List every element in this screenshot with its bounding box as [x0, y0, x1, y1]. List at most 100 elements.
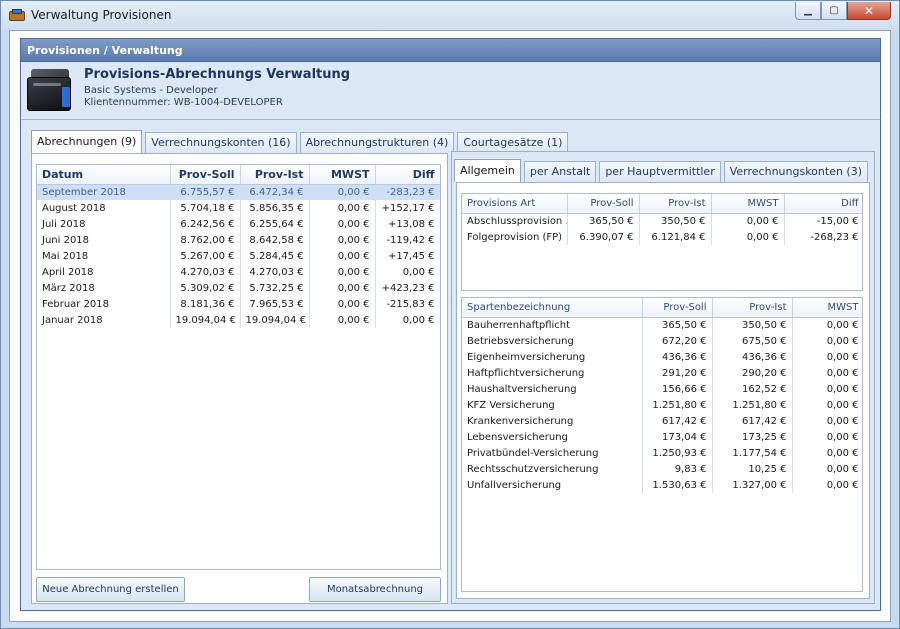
abrechnung-row[interactable]: Juli 2018 6.242,56 €6.255,64 €0,00 € +13,0…: [37, 216, 440, 232]
column-header[interactable]: Spartenbezeichnung: [462, 298, 643, 318]
tab-abrechnungen[interactable]: Abrechnungen (9): [31, 130, 143, 153]
table-cell: Betriebsversicherung: [462, 333, 643, 349]
sparte-row[interactable]: Betriebsversicherung 672,20 €675,50 €0,00…: [462, 333, 862, 349]
sparte-row[interactable]: Rechtsschutzversicherung 9,83 €10,25 €0,0…: [462, 461, 862, 477]
table-cell: 365,50 €: [642, 317, 713, 333]
column-header[interactable]: Provisions Art: [462, 194, 568, 214]
table-cell: August 2018: [37, 200, 171, 216]
table-cell: 1.251,80 €: [642, 397, 713, 413]
tab-courtagesaetze[interactable]: Courtagesätze (1): [457, 132, 569, 153]
table-cell: 0,00 €: [309, 312, 376, 328]
sparte-row[interactable]: Unfallversicherung 1.530,63 €1.327,00 €0,…: [462, 477, 862, 493]
sparte-row[interactable]: KFZ Versicherung 1.251,80 €1.251,80 €0,00…: [462, 397, 862, 413]
sparte-row[interactable]: Krankenversicherung 617,42 €617,42 €0,00 …: [462, 413, 862, 429]
column-header[interactable]: Prov-Soll: [642, 298, 713, 318]
column-header[interactable]: Diff: [784, 194, 862, 214]
provisions-art-row[interactable]: Abschlussprovision ... 365,50 €350,50 €0,…: [462, 213, 862, 229]
table-cell: Abschlussprovision ...: [462, 213, 568, 229]
abrechnung-row[interactable]: Juni 2018 8.762,00 €8.642,58 €0,00 € -119,…: [37, 232, 440, 248]
app-icon: [9, 9, 25, 22]
tab-abrechnungstrukturen[interactable]: Abrechnungstrukturen (4): [299, 132, 455, 153]
column-header[interactable]: Prov-Ist: [240, 165, 310, 185]
tab-allgemein[interactable]: Allgemein: [454, 159, 521, 182]
table-cell: 1.250,93 €: [642, 445, 713, 461]
abrechnung-row[interactable]: August 2018 5.704,18 €5.856,35 €0,00 € +15…: [37, 200, 440, 216]
sparte-row[interactable]: Privatbündel-Versicherung 1.250,93 €1.177…: [462, 445, 862, 461]
table-cell: 0,00 €: [792, 381, 862, 397]
column-header[interactable]: Prov-Ist: [712, 298, 793, 318]
abrechnung-row[interactable]: September 2018 6.755,57 €6.472,34 €0,00 €…: [37, 184, 440, 200]
column-header[interactable]: MWST: [711, 194, 785, 214]
close-button[interactable]: ✕: [847, 2, 891, 20]
provisions-art-table[interactable]: Provisions Art Prov-Soll Prov-Ist MWST Diff …: [461, 193, 863, 291]
table-cell: 0,00 €: [309, 280, 376, 296]
table-cell: KFZ Versicherung: [462, 397, 643, 413]
abrechnung-row[interactable]: März 2018 5.309,02 €5.732,25 €0,00 € +423,…: [37, 280, 440, 296]
sparte-row[interactable]: Haushaltversicherung 156,66 €162,52 €0,00…: [462, 381, 862, 397]
table-cell: 173,25 €: [712, 429, 793, 445]
provisions-art-row[interactable]: Folgeprovision (FP) 6.390,07 €6.121,84 €0…: [462, 229, 862, 245]
table-cell: 1.251,80 €: [712, 397, 793, 413]
abrechnungen-table[interactable]: Datum Prov-Soll Prov-Ist MWST Diff September…: [36, 164, 441, 570]
table-cell: 0,00 €: [792, 349, 862, 365]
sparten-table[interactable]: Spartenbezeichnung Prov-Soll Prov-Ist MWST …: [461, 297, 863, 592]
table-cell: 8.642,58 €: [240, 232, 310, 248]
company-name: Basic Systems - Developer: [84, 85, 218, 96]
column-header[interactable]: Datum: [37, 165, 171, 185]
abrechnung-row[interactable]: Mai 2018 5.267,00 €5.284,45 €0,00 € +17,45…: [37, 248, 440, 264]
column-header[interactable]: Prov-Soll: [567, 194, 640, 214]
table-cell: 5.856,35 €: [240, 200, 310, 216]
table-cell: 0,00 €: [309, 232, 376, 248]
table-cell: 0,00 €: [792, 397, 862, 413]
abrechnung-row[interactable]: Januar 2018 19.094,04 €19.094,04 €0,00 €0…: [37, 312, 440, 328]
table-cell: Folgeprovision (FP): [462, 229, 568, 245]
abrechnung-row[interactable]: Februar 2018 8.181,36 €7.965,53 €0,00 € -2…: [37, 296, 440, 312]
table-cell: 10,25 €: [712, 461, 793, 477]
table-cell: 6.472,34 €: [240, 184, 310, 200]
new-abrechnung-button[interactable]: Neue Abrechnung erstellen: [36, 577, 185, 602]
left-tab-bar: Abrechnungen (9) Verrechnungskonten (16)…: [31, 130, 571, 153]
tab-verrechnungskonten-right[interactable]: Verrechnungskonten (3): [723, 161, 869, 182]
table-cell: 0,00 €: [309, 200, 376, 216]
table-cell: Rechtsschutzversicherung: [462, 461, 643, 477]
tab-per-hauptvermittler[interactable]: per Hauptvermittler: [599, 161, 721, 182]
folder-icon: [27, 69, 73, 111]
maximize-button[interactable]: ▢: [821, 2, 847, 20]
column-header[interactable]: MWST: [309, 165, 376, 185]
table-cell: 8.762,00 €: [170, 232, 241, 248]
column-header[interactable]: MWST: [792, 298, 862, 318]
sparte-row[interactable]: Haftpflichtversicherung 291,20 €290,20 €0…: [462, 365, 862, 381]
table-cell: März 2018: [37, 280, 171, 296]
table-cell: 0,00 €: [309, 248, 376, 264]
table-cell: 6.390,07 €: [567, 229, 640, 245]
title-bar[interactable]: Verwaltung Provisionen ▁ ▢ ✕: [1, 1, 899, 30]
sparte-row[interactable]: Eigenheimversicherung 436,36 €436,36 €0,0…: [462, 349, 862, 365]
table-cell: 1.177,54 €: [712, 445, 793, 461]
section-title: Provisionen / Verwaltung: [27, 44, 183, 57]
window-title: Verwaltung Provisionen: [31, 8, 172, 22]
table-cell: 6.755,57 €: [170, 184, 241, 200]
column-header[interactable]: Prov-Ist: [639, 194, 712, 214]
table-cell: 4.270,03 €: [240, 264, 310, 280]
table-cell: 7.965,53 €: [240, 296, 310, 312]
table-cell: 0,00 €: [792, 317, 862, 333]
table-cell: 162,52 €: [712, 381, 793, 397]
sparte-row[interactable]: Lebensversicherung 173,04 €173,25 €0,00 €: [462, 429, 862, 445]
tab-per-anstalt[interactable]: per Anstalt: [523, 161, 597, 182]
column-header[interactable]: Diff: [375, 165, 440, 185]
maximize-icon: ▢: [829, 5, 839, 16]
table-cell: 436,36 €: [642, 349, 713, 365]
tab-verrechnungskonten[interactable]: Verrechnungskonten (16): [145, 132, 297, 153]
column-header[interactable]: Prov-Soll: [170, 165, 241, 185]
table-cell: 0,00 €: [375, 312, 440, 328]
abrechnung-row[interactable]: April 2018 4.270,03 €4.270,03 €0,00 €0,00…: [37, 264, 440, 280]
minimize-button[interactable]: ▁: [795, 2, 821, 20]
table-cell: Eigenheimversicherung: [462, 349, 643, 365]
sparte-row[interactable]: Bauherrenhaftpflicht 365,50 €350,50 €0,00…: [462, 317, 862, 333]
monatsabrechnung-button[interactable]: Monatsabrechnung: [309, 577, 441, 602]
table-cell: 5.284,45 €: [240, 248, 310, 264]
table-cell: Unfallversicherung: [462, 477, 643, 493]
table-cell: 350,50 €: [712, 317, 793, 333]
table-cell: September 2018: [37, 184, 171, 200]
table-cell: 5.704,18 €: [170, 200, 241, 216]
